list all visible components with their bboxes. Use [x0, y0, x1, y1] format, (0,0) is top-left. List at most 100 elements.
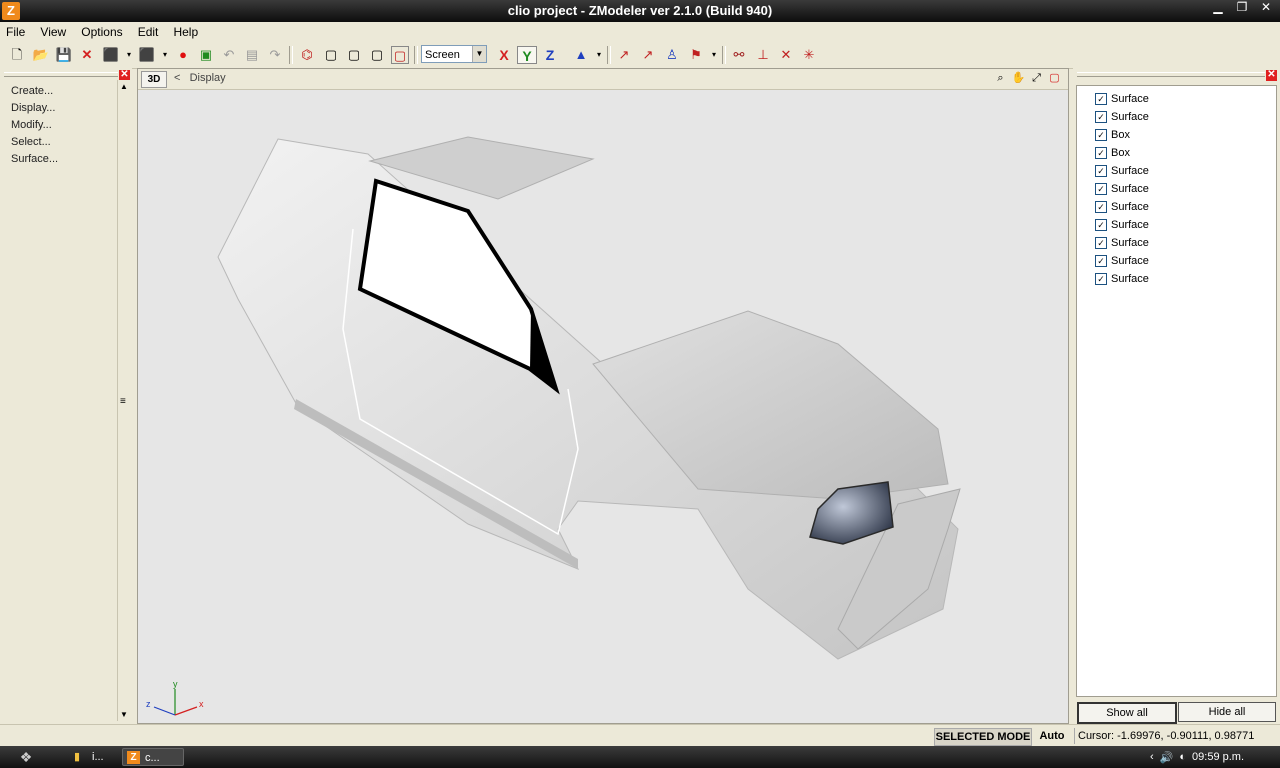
- list-item[interactable]: ✓ Surface: [1095, 199, 1149, 215]
- hide-all-button[interactable]: Hide all: [1178, 702, 1276, 722]
- checkbox[interactable]: ✓: [1095, 147, 1107, 159]
- view-mode-select[interactable]: Screen ▼: [421, 45, 487, 63]
- import-icon[interactable]: ⬛: [102, 46, 120, 64]
- rotate-axis-icon[interactable]: ✕: [777, 46, 795, 64]
- texture-icon[interactable]: ▣: [197, 46, 215, 64]
- face-mode-icon[interactable]: ▢: [345, 46, 363, 64]
- checkbox[interactable]: ✓: [1095, 129, 1107, 141]
- maximize-viewport-icon[interactable]: ▢: [1047, 71, 1062, 86]
- command-create[interactable]: Create...: [11, 85, 53, 97]
- start-button-icon[interactable]: ❖: [6, 748, 46, 766]
- delete-icon[interactable]: ✕: [78, 46, 96, 64]
- group-dropdown-icon[interactable]: ▾: [705, 46, 723, 64]
- left-scrollbar[interactable]: ▲ ≡ ▼: [117, 80, 132, 721]
- breadcrumb-arrow[interactable]: <: [174, 72, 180, 84]
- scroll-thumb-icon[interactable]: ≡: [120, 396, 126, 407]
- minimize-icon[interactable]: ▁: [1208, 1, 1228, 15]
- menu-help[interactable]: Help: [167, 22, 204, 42]
- list-item[interactable]: ✓ Surface: [1095, 235, 1149, 251]
- history-icon[interactable]: ▤: [243, 46, 261, 64]
- redo-icon[interactable]: ↷: [266, 46, 284, 64]
- zoom-icon[interactable]: ⌕: [993, 71, 1008, 86]
- viewport-3d[interactable]: 3D < Display ⌕ ✋ ⤢ ▢ y x z: [137, 68, 1069, 724]
- object-label: Surface: [1111, 201, 1149, 213]
- checkbox[interactable]: ✓: [1095, 255, 1107, 267]
- export-dropdown-icon[interactable]: ▾: [156, 46, 174, 64]
- checkbox[interactable]: ✓: [1095, 165, 1107, 177]
- checkbox[interactable]: ✓: [1095, 273, 1107, 285]
- open-folder-icon[interactable]: 📂: [32, 46, 50, 64]
- checkbox[interactable]: ✓: [1095, 237, 1107, 249]
- axis-x-button[interactable]: X: [494, 46, 514, 64]
- clock[interactable]: 09:59 p.m.: [1192, 751, 1244, 763]
- zoom-extents-icon[interactable]: ⤢: [1029, 71, 1044, 86]
- breadcrumb-label: Display: [189, 72, 226, 84]
- command-surface[interactable]: Surface...: [11, 153, 58, 165]
- pan-hand-icon[interactable]: ✋: [1011, 71, 1026, 86]
- viewport-tag[interactable]: 3D: [141, 71, 167, 88]
- command-select[interactable]: Select...: [11, 136, 51, 148]
- list-item[interactable]: ✓ Surface: [1095, 217, 1149, 233]
- chevron-down-icon[interactable]: ▼: [472, 46, 486, 62]
- close-icon[interactable]: ✕: [1266, 70, 1277, 81]
- list-item[interactable]: ✓ Surface: [1095, 91, 1149, 107]
- close-icon[interactable]: ✕: [1256, 1, 1276, 15]
- save-icon[interactable]: 💾: [55, 46, 73, 64]
- list-item[interactable]: ✓ Surface: [1095, 271, 1149, 287]
- cursor-coordinates: Cursor: -1.69976, -0.90111, 0.98771: [1074, 728, 1274, 744]
- tray-arrow-icon[interactable]: ‹: [1150, 751, 1154, 763]
- figure-select-icon[interactable]: ♙: [663, 46, 681, 64]
- import-dropdown-icon[interactable]: ▾: [120, 46, 138, 64]
- checkbox[interactable]: ✓: [1095, 201, 1107, 213]
- scale-axis-icon[interactable]: ✳: [800, 46, 818, 64]
- edge-mode-icon[interactable]: ▢: [322, 46, 340, 64]
- undo-icon[interactable]: ↶: [220, 46, 238, 64]
- select-tool-icon[interactable]: ↗: [615, 46, 633, 64]
- scroll-down-icon[interactable]: ▼: [120, 710, 128, 719]
- material-sphere-icon[interactable]: ●: [174, 46, 192, 64]
- taskbar-item-zmodeler[interactable]: Z c...: [122, 748, 184, 766]
- list-item[interactable]: ✓ Surface: [1095, 181, 1149, 197]
- view-mode-value: Screen: [425, 49, 460, 61]
- multi-select-icon[interactable]: ↗: [639, 46, 657, 64]
- object-label: Surface: [1111, 273, 1149, 285]
- checkbox[interactable]: ✓: [1095, 111, 1107, 123]
- axis-y-button[interactable]: Y: [517, 46, 537, 64]
- group-select-icon[interactable]: ⚑: [687, 46, 705, 64]
- car-body-model[interactable]: [138, 89, 1068, 723]
- list-item[interactable]: ✓ Surface: [1095, 163, 1149, 179]
- list-item[interactable]: ✓ Surface: [1095, 109, 1149, 125]
- taskbar-item-folder[interactable]: ▮ i...: [70, 748, 116, 766]
- export-icon[interactable]: ⬛: [138, 46, 156, 64]
- checkbox[interactable]: ✓: [1095, 219, 1107, 231]
- checkbox[interactable]: ✓: [1095, 183, 1107, 195]
- volume-icon[interactable]: 🔊: [1160, 751, 1174, 764]
- show-all-button[interactable]: Show all: [1077, 702, 1177, 724]
- list-item[interactable]: ✓ Box: [1095, 145, 1130, 161]
- checkbox[interactable]: ✓: [1095, 93, 1107, 105]
- menu-edit[interactable]: Edit: [132, 22, 165, 42]
- menu-options[interactable]: Options: [75, 22, 128, 42]
- list-item[interactable]: ✓ Box: [1095, 127, 1130, 143]
- panel-grip[interactable]: [4, 72, 118, 77]
- zmodeler-icon: Z: [127, 751, 140, 764]
- network-icon[interactable]: ◐: [1179, 751, 1186, 763]
- scroll-up-icon[interactable]: ▲: [120, 82, 128, 91]
- maximize-icon[interactable]: ❐: [1232, 1, 1252, 15]
- object-mode-icon[interactable]: ▢: [368, 46, 386, 64]
- vertex-mode-icon[interactable]: ⌬: [298, 46, 316, 64]
- panel-grip[interactable]: [1077, 72, 1265, 77]
- menu-view[interactable]: View: [34, 22, 72, 42]
- auto-status[interactable]: Auto: [1035, 728, 1069, 744]
- selection-mode-icon[interactable]: ▢: [391, 46, 409, 64]
- menu-file[interactable]: File: [0, 22, 31, 42]
- command-display[interactable]: Display...: [11, 102, 55, 114]
- link-icon[interactable]: ⚯: [730, 46, 748, 64]
- new-file-icon[interactable]: 🗋: [8, 46, 26, 64]
- command-modify[interactable]: Modify...: [11, 119, 52, 131]
- axis-z-button[interactable]: Z: [540, 46, 560, 64]
- navigate-icon[interactable]: ▲: [572, 46, 590, 64]
- navigate-dropdown-icon[interactable]: ▾: [590, 46, 608, 64]
- list-item[interactable]: ✓ Surface: [1095, 253, 1149, 269]
- move-axis-icon[interactable]: ⊥: [754, 46, 772, 64]
